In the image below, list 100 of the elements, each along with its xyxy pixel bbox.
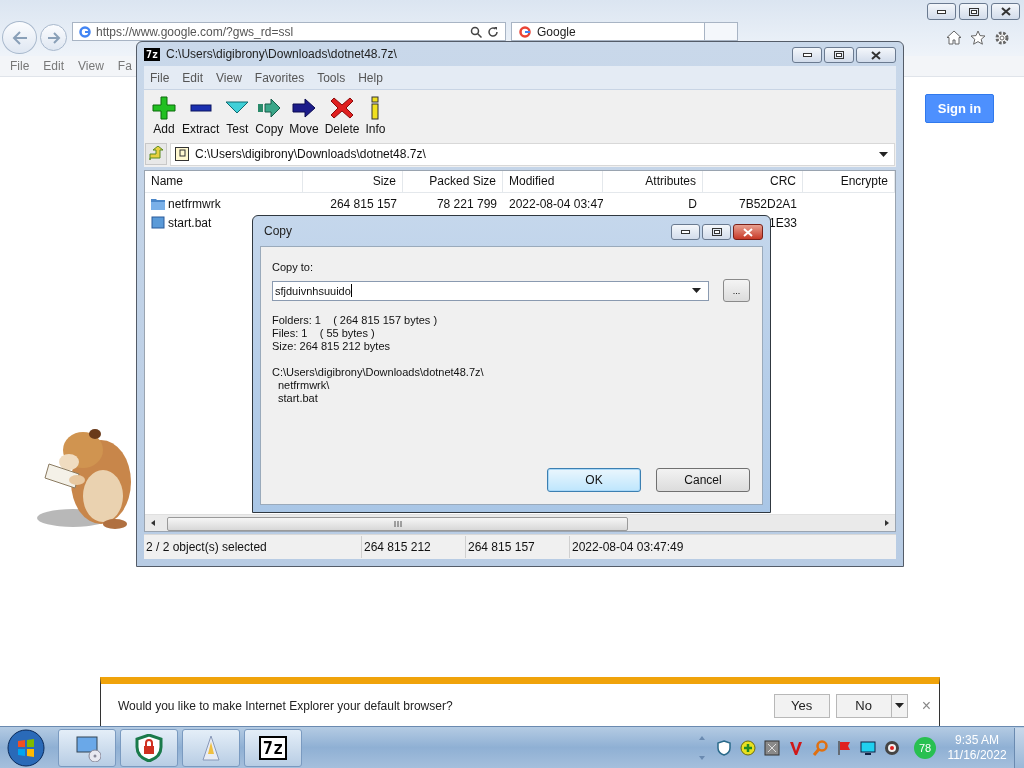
column-header[interactable]: CRC: [703, 171, 803, 192]
info-text: Size: 264 815 212 bytes: [272, 340, 392, 353]
chevron-icon[interactable]: [788, 739, 804, 756]
google-icon: [79, 25, 91, 38]
minimize-icon: [802, 53, 812, 57]
maximize-button[interactable]: [824, 47, 854, 63]
table-cell: 2022-08-04 03:47: [509, 196, 603, 211]
column-header[interactable]: Encrypte: [803, 171, 895, 192]
square-icon[interactable]: [764, 739, 780, 756]
address-bar[interactable]: https://www.google.com/?gws_rd=ssl: [72, 22, 506, 41]
settings-icon[interactable]: [994, 29, 1010, 46]
table-cell: 7B52D2A1: [738, 196, 797, 211]
horizontal-scrollbar[interactable]: [145, 514, 895, 531]
folder-icon: [151, 197, 165, 210]
test-button[interactable]: Test: [222, 91, 253, 140]
close-button[interactable]: [856, 47, 896, 63]
menu-item[interactable]: Help: [358, 70, 383, 85]
menu-item[interactable]: View: [216, 70, 242, 85]
column-header[interactable]: Size: [303, 171, 403, 192]
sevenzip-taskbar-button[interactable]: 7z: [244, 728, 302, 767]
computer-taskbar-button[interactable]: [58, 728, 116, 767]
table-cell: 78 221 799: [436, 196, 497, 211]
menu-item[interactable]: Edit: [182, 70, 204, 85]
flag-icon[interactable]: [836, 739, 852, 756]
close-icon: [871, 50, 881, 60]
close-icon: [1000, 7, 1011, 16]
copy-button[interactable]: Copy: [252, 91, 287, 140]
minimize-icon: [681, 230, 690, 234]
maximize-button[interactable]: [702, 224, 731, 240]
path-text: netfrmwrk\: [277, 379, 331, 392]
start-button[interactable]: [4, 727, 48, 768]
window-title: C:\Users\digibrony\Downloads\dotnet48.7z\: [166, 47, 397, 61]
info-text: Folders: 1 ( 264 815 157 bytes ): [272, 314, 439, 327]
table-cell: 264 815 157: [330, 196, 397, 211]
arrow-icon: [257, 97, 282, 118]
file-name[interactable]: start.bat: [168, 215, 212, 230]
delete-button[interactable]: Delete: [321, 91, 363, 140]
cross-icon: [330, 95, 355, 120]
status-text: 2 / 2 object(s) selected: [144, 536, 362, 558]
google-icon: [519, 25, 531, 38]
cancel-button[interactable]: Cancel: [656, 468, 750, 492]
home-icon[interactable]: [946, 30, 962, 45]
column-header[interactable]: Packed Size: [403, 171, 503, 192]
star-icon[interactable]: [970, 30, 986, 45]
shield-taskbar-button[interactable]: [120, 728, 178, 767]
arrow-icon: [292, 97, 317, 118]
maximize-icon: [834, 51, 844, 59]
forward-arrow-icon: [46, 31, 61, 44]
scrollbar-thumb[interactable]: [167, 517, 628, 531]
column-header[interactable]: Name: [145, 171, 303, 192]
menu-item[interactable]: Edit: [43, 59, 65, 73]
move-button[interactable]: Move: [286, 91, 322, 140]
monitor-icon[interactable]: [860, 739, 876, 756]
path-text: C:\Users\digibrony\Downloads\dotnet48.7z\: [272, 366, 485, 379]
back-button[interactable]: [2, 21, 37, 54]
browse-button[interactable]: ...: [723, 279, 750, 302]
menu-item[interactable]: File: [150, 70, 170, 85]
refresh-icon: [487, 25, 499, 38]
record-icon[interactable]: [884, 739, 900, 756]
maximize-button[interactable]: [959, 3, 988, 20]
dropdown-caret-icon: [879, 151, 888, 157]
dialog-title: Copy: [264, 224, 292, 238]
grip-icon: [393, 521, 402, 527]
minimize-button[interactable]: [792, 47, 822, 63]
maximize-icon: [968, 7, 979, 16]
minimize-button[interactable]: [671, 224, 700, 240]
field-label: Copy to:: [272, 261, 314, 273]
ok-button[interactable]: OK: [547, 468, 641, 492]
destination-field[interactable]: sfjduivnhsuuido: [272, 280, 709, 301]
info-icon: [371, 95, 380, 120]
close-button[interactable]: [733, 224, 763, 240]
browser-tab[interactable]: Google: [511, 22, 705, 41]
notification-text: Would you like to make Internet Explorer your default browser?: [118, 698, 453, 713]
yes-button[interactable]: Yes: [773, 693, 830, 718]
menu-item[interactable]: Tools: [317, 70, 346, 85]
address-text[interactable]: https://www.google.com/?gws_rd=ssl: [96, 24, 294, 39]
info-text: Files: 1 ( 55 bytes ): [272, 327, 376, 340]
scroll-left-icon: [149, 519, 157, 527]
forward-button[interactable]: [40, 24, 67, 51]
plus-icon[interactable]: [740, 739, 756, 756]
add-button[interactable]: Add: [149, 91, 179, 140]
dropdown-caret-icon: [692, 288, 701, 293]
file-name[interactable]: netfrmwrk: [168, 196, 221, 211]
scroll-right-icon: [883, 519, 891, 527]
column-header[interactable]: Modified: [503, 171, 603, 192]
shield-icon[interactable]: [716, 739, 732, 756]
path-field[interactable]: C:\Users\digibrony\Downloads\dotnet48.7z\: [170, 142, 895, 166]
no-button[interactable]: No: [835, 693, 891, 718]
menu-item[interactable]: Favorites: [254, 70, 305, 85]
menu-item[interactable]: Fa: [117, 59, 132, 73]
windows-logo-icon: [6, 727, 46, 768]
minimize-button[interactable]: [927, 3, 956, 20]
menu-item[interactable]: View: [78, 59, 104, 73]
file-icon: [151, 216, 165, 229]
column-header[interactable]: Attributes: [603, 171, 703, 192]
extract-button[interactable]: Extract: [179, 91, 223, 140]
menu-item[interactable]: File: [10, 59, 30, 73]
close-button[interactable]: ×: [919, 696, 933, 715]
info-button[interactable]: Info: [362, 91, 389, 140]
close-button[interactable]: [991, 3, 1020, 20]
